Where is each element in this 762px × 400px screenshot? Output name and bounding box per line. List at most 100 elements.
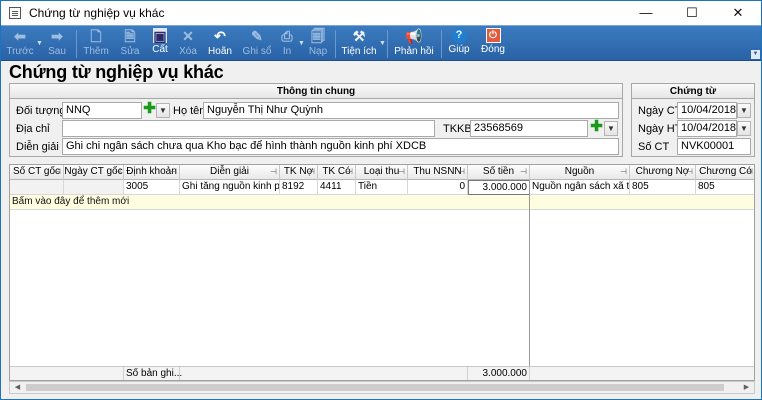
- address-input[interactable]: [62, 120, 435, 137]
- col-header-origin-date[interactable]: Ngày CT gốc ⊣: [64, 165, 124, 180]
- pin-icon[interactable]: ⊣: [346, 165, 353, 179]
- date-ht-dropdown-icon[interactable]: ▼: [737, 121, 751, 136]
- pin-icon[interactable]: ⊣: [170, 165, 177, 179]
- grid-footer: Số bản ghi... 3.000.000: [10, 366, 754, 380]
- col-header-source[interactable]: Nguồn ⊣: [530, 165, 630, 180]
- cell-chapter-debit[interactable]: 805: [630, 180, 696, 195]
- toolbar-separator: [335, 30, 336, 58]
- col-header-nsnn[interactable]: Thu NSNN ⊣: [408, 165, 468, 180]
- pencil-icon: ✎: [251, 28, 263, 44]
- pin-icon[interactable]: ⊣: [308, 165, 315, 179]
- load-icon: 🗐: [311, 28, 325, 44]
- col-header-origin-no[interactable]: Số CT gốc ⊣: [10, 165, 64, 180]
- table-row[interactable]: 3005 Ghi tăng nguồn kinh ph... 8192 4411…: [10, 180, 754, 195]
- col-header-amount[interactable]: Số tiền ⊣: [468, 165, 530, 180]
- col-header-entry[interactable]: Định khoản ⊣: [124, 165, 180, 180]
- col-header-chapter-debit[interactable]: Chương Nợ ⊣: [630, 165, 696, 180]
- scroll-right-icon[interactable]: ▶: [740, 382, 753, 393]
- date-ct-input[interactable]: 10/04/2018: [677, 102, 737, 119]
- pin-icon[interactable]: ⊣: [458, 165, 465, 179]
- date-ht-input[interactable]: 10/04/2018: [677, 120, 737, 137]
- cell-origin-no[interactable]: [10, 180, 64, 195]
- next-button[interactable]: ➡ Sau: [43, 27, 71, 60]
- cell-credit[interactable]: 4411: [318, 180, 356, 195]
- prev-button[interactable]: ⬅ Trước: [5, 27, 35, 60]
- pin-icon[interactable]: ⊣: [686, 165, 693, 179]
- add-object-icon[interactable]: ✚: [143, 101, 156, 116]
- object-dropdown-icon[interactable]: ▼: [156, 103, 170, 118]
- add-button[interactable]: 🗋 Thêm: [81, 27, 111, 60]
- print-dropdown-icon[interactable]: ▼: [298, 40, 305, 47]
- pin-icon[interactable]: ⊣: [54, 165, 61, 179]
- main-window: Chứng từ nghiệp vụ khác — ☐ ✕ ⬅ Trước ▼ …: [0, 0, 762, 400]
- cell-debit[interactable]: 8192: [280, 180, 318, 195]
- pin-icon[interactable]: ⊣: [270, 165, 277, 179]
- horizontal-scrollbar[interactable]: ◀ ▶: [9, 381, 755, 394]
- cell-nsnn[interactable]: 0: [408, 180, 468, 195]
- undo-icon: ↶: [214, 28, 226, 44]
- help-button[interactable]: ? Giúp: [446, 27, 472, 60]
- add-new-row[interactable]: Bấm vào đây để thêm mới: [10, 195, 754, 210]
- voucher-group: Chứng từ Ngày CT 10/04/2018 ▼ Ngày HT 10…: [631, 83, 755, 157]
- utilities-button[interactable]: ⚒ Tiện ích: [339, 27, 379, 60]
- maximize-button[interactable]: ☐: [669, 1, 715, 25]
- delete-icon: ✕: [182, 28, 194, 44]
- close-button[interactable]: ⏻ Đóng: [478, 27, 508, 60]
- cell-description[interactable]: Ghi tăng nguồn kinh ph...: [180, 180, 280, 195]
- undo-button[interactable]: ↶ Hoãn: [205, 27, 235, 60]
- footer-total-amount: 3.000.000: [468, 367, 530, 380]
- footer-blank: [180, 367, 468, 380]
- cell-entry[interactable]: 3005: [124, 180, 180, 195]
- col-header-credit[interactable]: TK Có ⊣: [318, 165, 356, 180]
- save-button[interactable]: ▣ Cất: [147, 27, 173, 60]
- col-header-revenue-type[interactable]: Loại thu ⊣: [356, 165, 408, 180]
- footer-blank: [10, 367, 124, 380]
- add-document-icon: 🗋: [90, 28, 102, 44]
- date-ct-label: Ngày CT: [638, 105, 682, 117]
- pin-icon[interactable]: ⊣: [398, 165, 405, 179]
- toolbar-separator: [76, 30, 77, 58]
- scroll-left-icon[interactable]: ◀: [11, 382, 24, 393]
- close-window-button[interactable]: ✕: [715, 1, 761, 25]
- help-icon: ?: [451, 28, 467, 43]
- edit-button[interactable]: 🗎 Sửa: [117, 27, 143, 60]
- tkkb-input[interactable]: 23568569: [470, 120, 588, 137]
- post-button[interactable]: ✎ Ghi sổ: [241, 27, 273, 60]
- col-header-chapter-credit[interactable]: Chương Có ⊣: [696, 165, 754, 180]
- tools-icon: ⚒: [352, 28, 366, 44]
- cell-chapter-credit[interactable]: 805: [696, 180, 754, 195]
- name-label: Họ tên: [173, 105, 206, 117]
- add-new-row-hint: Bấm vào đây để thêm mới: [12, 196, 130, 207]
- cell-revenue-type[interactable]: Tiền: [356, 180, 408, 195]
- print-button[interactable]: ⎙ In: [277, 27, 297, 60]
- column-divider: [529, 180, 530, 366]
- cell-origin-date[interactable]: [64, 180, 124, 195]
- add-tkkb-icon[interactable]: ✚: [590, 119, 603, 134]
- feedback-button[interactable]: 📢 Phản hồi: [393, 27, 435, 60]
- col-header-description[interactable]: Diễn giải ⊣: [180, 165, 280, 180]
- cell-source[interactable]: Nguồn ngân sách xã tự...: [530, 180, 630, 195]
- load-button[interactable]: 🗐 Nạp: [305, 27, 331, 60]
- scrollbar-thumb[interactable]: [26, 384, 724, 391]
- cell-amount[interactable]: 3.000.000: [468, 180, 530, 195]
- pin-icon[interactable]: ⊣: [520, 165, 527, 179]
- minimize-button[interactable]: —: [623, 1, 669, 25]
- object-input[interactable]: NNQ: [62, 102, 142, 119]
- delete-button[interactable]: ✕ Xóa: [175, 27, 201, 60]
- prev-dropdown-icon[interactable]: ▼: [36, 40, 43, 47]
- toolbar-overflow-icon[interactable]: ▼: [751, 50, 760, 59]
- title-bar: Chứng từ nghiệp vụ khác — ☐ ✕: [1, 1, 761, 25]
- address-label: Địa chỉ: [16, 123, 50, 135]
- tkkb-dropdown-icon[interactable]: ▼: [604, 121, 618, 136]
- voucher-no-input[interactable]: NVK00001: [677, 138, 751, 155]
- name-input[interactable]: Nguyễn Thị Như Quỳnh: [203, 102, 619, 119]
- col-header-debit[interactable]: TK Nợ ⊣: [280, 165, 318, 180]
- pin-icon[interactable]: ⊣: [114, 165, 121, 179]
- description-input[interactable]: Ghi chi ngân sách chưa qua Kho bạc để hì…: [62, 138, 619, 155]
- utilities-dropdown-icon[interactable]: ▼: [379, 40, 386, 47]
- window-title: Chứng từ nghiệp vụ khác: [29, 6, 165, 20]
- object-label: Đối tượng: [16, 105, 66, 117]
- pin-icon[interactable]: ⊣: [746, 165, 753, 179]
- date-ct-dropdown-icon[interactable]: ▼: [737, 103, 751, 118]
- pin-icon[interactable]: ⊣: [620, 165, 627, 179]
